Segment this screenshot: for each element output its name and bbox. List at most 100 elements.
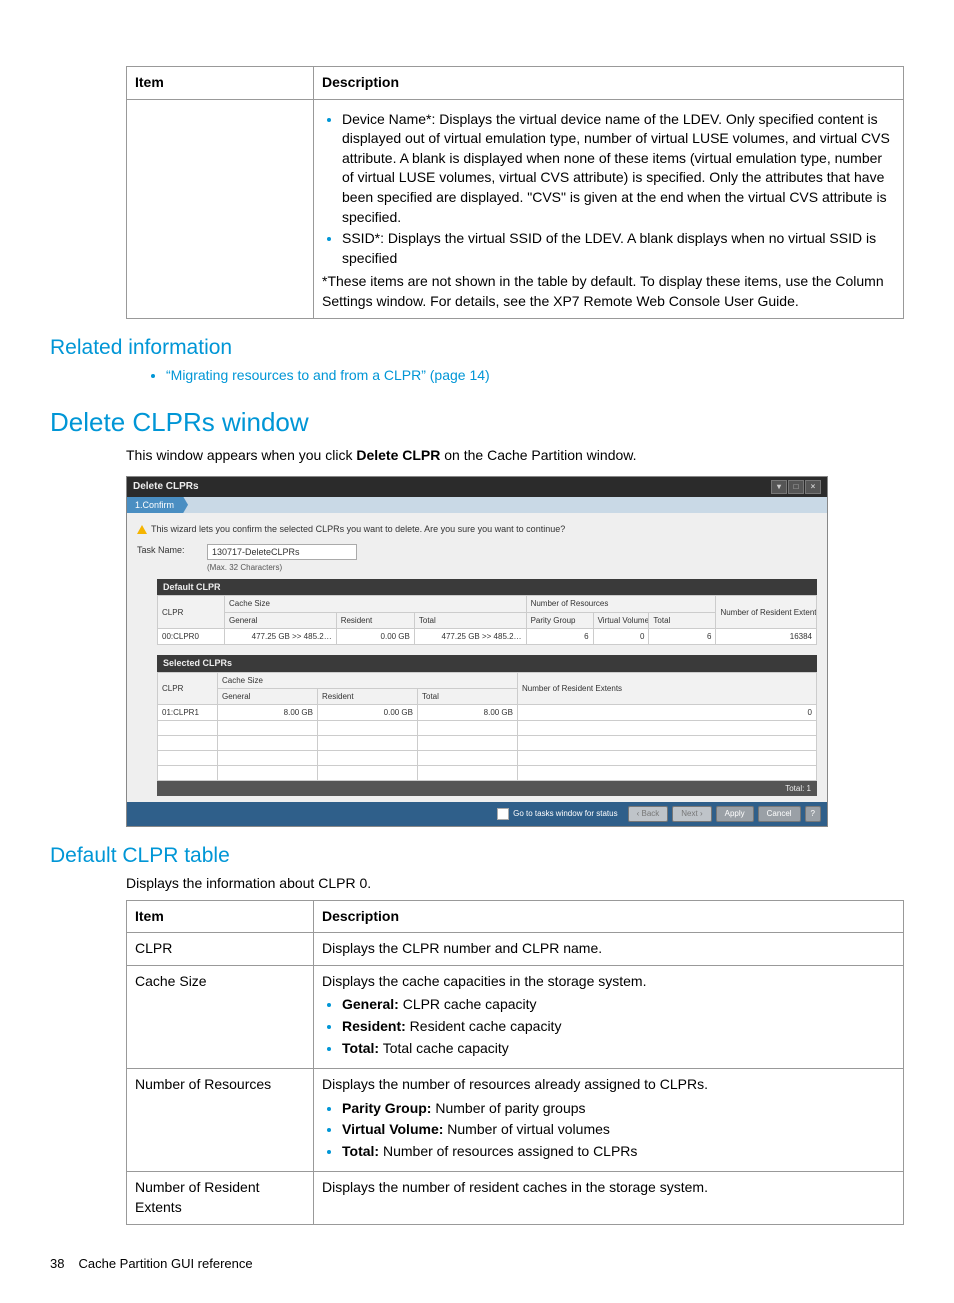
page-footer: 38 Cache Partition GUI reference <box>50 1255 904 1273</box>
dt-item-cache: Cache Size <box>127 965 314 1068</box>
th-rtotal: Total <box>649 612 716 628</box>
delete-intro-pre: This window appears when you click <box>126 447 356 463</box>
wizard-step-confirm: 1.Confirm <box>127 497 188 514</box>
cell2-nre: 0 <box>518 705 817 721</box>
warning-icon <box>137 525 147 534</box>
wizard-step-bar: 1.Confirm <box>127 497 827 514</box>
default-clpr-table-intro: Displays the information about CLPR 0. <box>126 874 904 894</box>
dt-desc-nre: Displays the number of resident caches i… <box>314 1172 904 1224</box>
next-button[interactable]: Next › <box>672 806 711 821</box>
dt-numres-b1: Virtual Volume: <box>342 1121 443 1137</box>
selected-total-bar: Total: 1 <box>157 781 817 796</box>
dt-cache-lead: Displays the cache capacities in the sto… <box>322 972 895 992</box>
dt-desc-numres: Displays the number of resources already… <box>314 1069 904 1172</box>
default-clpr-doc-table: Item Description CLPR Displays the CLPR … <box>126 900 904 1225</box>
top-note: *These items are not shown in the table … <box>322 272 895 311</box>
delete-intro-post: on the Cache Partition window. <box>440 447 636 463</box>
go-to-tasks-label: Go to tasks window for status <box>513 808 618 819</box>
minimize-icon[interactable]: ▾ <box>771 480 787 494</box>
dt-numres-b2: Total: <box>342 1143 379 1159</box>
cell-parity: 6 <box>526 628 593 644</box>
th-vv: Virtual Volume <box>593 612 649 628</box>
cell-resident: 0.00 GB <box>336 628 414 644</box>
default-clpr-table: CLPR Cache Size Number of Resources Numb… <box>157 595 817 645</box>
window-title: Delete CLPRs <box>133 480 199 494</box>
cell-vv: 0 <box>593 628 649 644</box>
migrating-link[interactable]: “Migrating resources to and from a CLPR”… <box>166 367 490 383</box>
th2-cache-size: Cache Size <box>218 672 518 688</box>
th-num-resources: Number of Resources <box>526 596 716 612</box>
delete-intro-bold: Delete CLPR <box>356 447 440 463</box>
th-resident: Resident <box>336 612 414 628</box>
page-number: 38 <box>50 1256 64 1271</box>
related-heading: Related information <box>50 333 904 362</box>
delete-intro: This window appears when you click Delet… <box>126 446 904 466</box>
th-total: Total <box>414 612 526 628</box>
cell-total: 477.25 GB >> 485.2… <box>414 628 526 644</box>
th2-nre: Number of Resident Extents <box>518 672 817 704</box>
selected-clprs-table: CLPR Cache Size Number of Resident Exten… <box>157 672 817 782</box>
default-clpr-table-heading: Default CLPR table <box>50 841 904 870</box>
apply-button[interactable]: Apply <box>716 806 754 821</box>
help-button[interactable]: ? <box>805 806 821 821</box>
th-parity: Parity Group <box>526 612 593 628</box>
dt-cache-t0: CLPR cache capacity <box>399 996 537 1012</box>
selected-row: 01:CLPR1 8.00 GB 0.00 GB 8.00 GB 0 <box>158 705 817 721</box>
dt-item-numres: Number of Resources <box>127 1069 314 1172</box>
dt-numres-lead: Displays the number of resources already… <box>322 1075 895 1095</box>
default-clpr-section: Default CLPR <box>157 579 817 596</box>
dt-item-clpr: CLPR <box>127 933 314 966</box>
top-item-cell <box>127 99 314 318</box>
footer-text: Cache Partition GUI reference <box>78 1256 252 1271</box>
th-clpr: CLPR <box>158 596 225 628</box>
top-bullet-ssid: SSID*: Displays the virtual SSID of the … <box>342 229 895 268</box>
delete-clprs-heading: Delete CLPRs window <box>50 404 904 440</box>
dt-cache-t1: Resident cache capacity <box>406 1018 562 1034</box>
col-desc-header: Description <box>314 67 904 100</box>
cell2-general: 8.00 GB <box>218 705 318 721</box>
th2-general: General <box>218 688 318 704</box>
dt-numres-t1: Number of virtual volumes <box>443 1121 610 1137</box>
dt-desc-clpr: Displays the CLPR number and CLPR name. <box>314 933 904 966</box>
dt-item-nre: Number of Resident Extents <box>127 1172 314 1224</box>
cell2-clpr: 01:CLPR1 <box>158 705 218 721</box>
back-button[interactable]: ‹ Back <box>628 806 669 821</box>
top-item-desc-table: Item Description Device Name*: Displays … <box>126 66 904 319</box>
cell-general: 477.25 GB >> 485.2… <box>225 628 337 644</box>
cell-nre: 16384 <box>716 628 817 644</box>
dt-cache-b1: Resident: <box>342 1018 406 1034</box>
cancel-button[interactable]: Cancel <box>758 806 801 821</box>
dt-numres-t0: Number of parity groups <box>431 1100 585 1116</box>
task-name-note: (Max. 32 Characters) <box>207 562 357 573</box>
th-nre: Number of Resident Extents <box>716 596 817 628</box>
top-bullet-device-name: Device Name*: Displays the virtual devic… <box>342 110 895 228</box>
th2-clpr: CLPR <box>158 672 218 704</box>
cell-clpr: 00:CLPR0 <box>158 628 225 644</box>
close-icon[interactable]: × <box>805 480 821 494</box>
top-table-container: Item Description Device Name*: Displays … <box>126 66 904 319</box>
cell2-resident: 0.00 GB <box>318 705 418 721</box>
delete-clprs-window: Delete CLPRs ▾□× 1.Confirm This wizard l… <box>126 476 828 827</box>
maximize-icon[interactable]: □ <box>788 480 804 494</box>
col-item-header: Item <box>127 67 314 100</box>
dt-col-item: Item <box>127 900 314 933</box>
related-link-item: “Migrating resources to and from a CLPR”… <box>166 366 904 386</box>
cell-rtotal: 6 <box>649 628 716 644</box>
window-titlebar: Delete CLPRs ▾□× <box>127 477 827 497</box>
default-row: 00:CLPR0 477.25 GB >> 485.2… 0.00 GB 477… <box>158 628 817 644</box>
th-general: General <box>225 612 337 628</box>
th-cache-size: Cache Size <box>225 596 527 612</box>
th2-total: Total <box>418 688 518 704</box>
window-buttons: ▾□× <box>770 480 821 494</box>
go-to-tasks-checkbox[interactable] <box>497 808 509 820</box>
warning-row: This wizard lets you confirm the selecte… <box>137 519 817 544</box>
top-desc-cell: Device Name*: Displays the virtual devic… <box>314 99 904 318</box>
dt-cache-t2: Total cache capacity <box>379 1040 509 1056</box>
th2-resident: Resident <box>318 688 418 704</box>
task-name-input[interactable]: 130717-DeleteCLPRs <box>207 544 357 560</box>
dt-desc-cache: Displays the cache capacities in the sto… <box>314 965 904 1068</box>
selected-clprs-section: Selected CLPRs <box>157 655 817 672</box>
dt-numres-t2: Number of resources assigned to CLPRs <box>379 1143 637 1159</box>
wizard-footer: Go to tasks window for status ‹ Back Nex… <box>127 802 827 825</box>
dt-cache-b2: Total: <box>342 1040 379 1056</box>
